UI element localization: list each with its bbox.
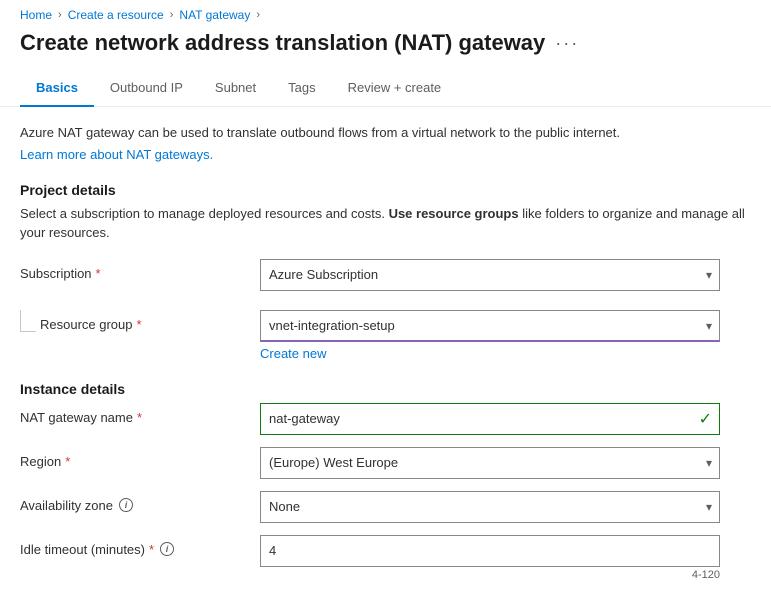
breadcrumb-create-resource[interactable]: Create a resource <box>68 8 164 22</box>
subscription-required: * <box>96 266 101 281</box>
subscription-dropdown-wrapper: Azure Subscription ▾ <box>260 259 720 291</box>
region-required: * <box>65 454 70 469</box>
idle-timeout-range-hint: 4-120 <box>260 569 720 581</box>
page-title: Create network address translation (NAT)… <box>20 30 545 56</box>
rg-indent-line <box>20 310 36 332</box>
resource-group-label: Resource group * <box>40 310 142 332</box>
learn-more-link[interactable]: Learn more about NAT gateways. <box>20 147 213 162</box>
breadcrumb-sep-3: › <box>256 9 260 21</box>
nat-name-input[interactable] <box>260 403 720 435</box>
tab-outbound-ip[interactable]: Outbound IP <box>94 72 199 107</box>
nat-name-label: NAT gateway name * <box>20 410 260 425</box>
availability-zone-dropdown-wrapper: None 1 2 3 ▾ <box>260 491 720 523</box>
region-dropdown-wrapper: (Europe) West Europe ▾ <box>260 447 720 479</box>
breadcrumb-nat-gateway[interactable]: NAT gateway <box>179 8 250 22</box>
breadcrumb-home[interactable]: Home <box>20 8 52 22</box>
tab-bar: Basics Outbound IP Subnet Tags Review + … <box>0 72 771 107</box>
breadcrumb: Home › Create a resource › NAT gateway › <box>0 0 771 26</box>
project-details-desc: Select a subscription to manage deployed… <box>20 204 751 243</box>
resource-group-dropdown-wrapper: vnet-integration-setup ▾ <box>260 310 720 342</box>
availability-zone-dropdown[interactable]: None 1 2 3 <box>260 491 720 523</box>
idle-timeout-required: * <box>149 542 154 557</box>
availability-zone-label: Availability zone i <box>20 498 260 513</box>
rg-indent: Resource group * <box>20 303 260 332</box>
nat-name-row: NAT gateway name * ✓ <box>20 403 751 435</box>
subscription-label: Subscription * <box>20 266 260 281</box>
page-header: Create network address translation (NAT)… <box>0 26 771 72</box>
idle-timeout-input[interactable] <box>260 535 720 567</box>
nat-name-input-wrapper: ✓ <box>260 403 720 435</box>
region-row: Region * (Europe) West Europe ▾ <box>20 447 751 479</box>
info-description: Azure NAT gateway can be used to transla… <box>20 123 751 143</box>
tab-subnet[interactable]: Subnet <box>199 72 272 107</box>
idle-timeout-row: Idle timeout (minutes) * i 4-120 <box>20 535 751 581</box>
rg-required: * <box>137 317 142 332</box>
resource-group-dropdown[interactable]: vnet-integration-setup <box>260 310 720 342</box>
create-new-rg-link[interactable]: Create new <box>260 346 326 361</box>
tab-basics[interactable]: Basics <box>20 72 94 107</box>
region-dropdown[interactable]: (Europe) West Europe <box>260 447 720 479</box>
subscription-row: Subscription * Azure Subscription ▾ <box>20 259 751 291</box>
nat-name-valid-icon: ✓ <box>699 409 712 429</box>
breadcrumb-sep-1: › <box>58 9 62 21</box>
tab-review-create[interactable]: Review + create <box>332 72 458 107</box>
nat-name-required: * <box>137 410 142 425</box>
tab-tags[interactable]: Tags <box>272 72 331 107</box>
availability-zone-info-icon[interactable]: i <box>119 498 133 512</box>
project-details-header: Project details <box>20 182 751 198</box>
breadcrumb-sep-2: › <box>170 9 174 21</box>
resource-group-row: Resource group * vnet-integration-setup … <box>20 303 751 361</box>
region-label: Region * <box>20 454 260 469</box>
availability-zone-row: Availability zone i None 1 2 3 ▾ <box>20 491 751 523</box>
instance-details-header: Instance details <box>20 381 751 397</box>
content-area: Azure NAT gateway can be used to transla… <box>0 107 771 613</box>
subscription-dropdown[interactable]: Azure Subscription <box>260 259 720 291</box>
more-options-icon[interactable]: ··· <box>555 33 579 54</box>
idle-timeout-label: Idle timeout (minutes) * i <box>20 542 260 557</box>
idle-timeout-info-icon[interactable]: i <box>160 542 174 556</box>
